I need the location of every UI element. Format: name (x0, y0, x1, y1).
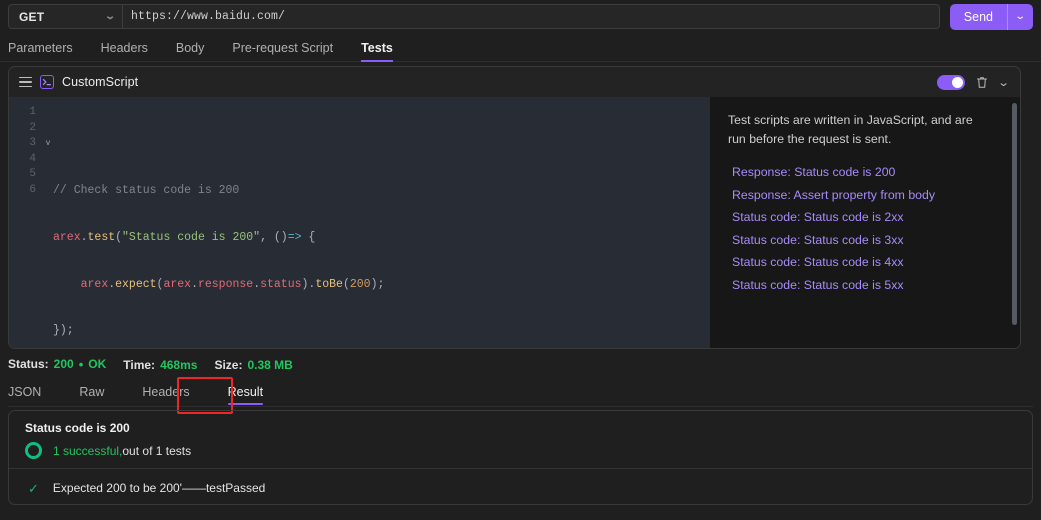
chevron-down-icon: ⌄ (104, 11, 117, 22)
snippet-link[interactable]: Response: Assert property from body (732, 186, 1004, 204)
help-snippet-list: Response: Status code is 200 Response: A… (728, 163, 1004, 294)
send-group: Send ⌄ (949, 3, 1033, 30)
tab-json[interactable]: JSON (8, 385, 41, 406)
tab-body[interactable]: Body (176, 41, 205, 61)
size-label: Size: (214, 357, 243, 372)
code-editor[interactable]: 1 2 3 4 5 6 v // Check status code is 20… (9, 97, 710, 348)
line-number: 1 (29, 106, 36, 118)
request-tabs: Parameters Headers Body Pre-request Scri… (0, 34, 1041, 62)
line-number: 5 (29, 168, 36, 181)
size-value: 0.38 MB (247, 357, 293, 372)
custom-script-header: CustomScript ⌄ (9, 67, 1020, 97)
line-number: 3 (29, 137, 36, 150)
test-summary-text: 1 successful,out of 1 tests (53, 444, 191, 458)
test-result-title: Status code is 200 (25, 421, 130, 435)
tab-parameters[interactable]: Parameters (8, 41, 73, 61)
tab-raw[interactable]: Raw (79, 385, 104, 406)
check-icon: ✓ (28, 480, 39, 496)
assertion-text: Expected 200 to be 200'——testPassed (52, 481, 266, 495)
request-bar: GET ⌄ Send ⌄ (0, 0, 1041, 33)
code-line: arex.expect(arex.response.status).toBe(2… (80, 277, 385, 291)
vertical-scrollbar[interactable] (1012, 103, 1017, 325)
status-label: Status: (8, 357, 49, 371)
code-line: // Check status code is 200 (53, 183, 710, 199)
response-tabs: JSON Raw Headers Result (8, 379, 1033, 407)
http-method-select[interactable]: GET ⌄ (8, 4, 122, 29)
code-line: }); (53, 324, 74, 338)
line-number: 6 (29, 183, 36, 196)
send-button[interactable]: Send (950, 4, 1007, 30)
snippet-link[interactable]: Status code: Status code is 3xx (732, 231, 1004, 249)
http-method-value: GET (19, 9, 45, 24)
url-input[interactable] (122, 4, 940, 29)
tab-headers[interactable]: Headers (101, 41, 148, 61)
editor-fold-column: v (43, 105, 53, 348)
test-result-summary: 1 successful,out of 1 tests (9, 435, 1032, 469)
success-ring-icon (25, 442, 42, 459)
tab-response-headers[interactable]: Headers (142, 385, 189, 406)
hamburger-icon[interactable] (19, 77, 32, 87)
code-line: arex.test("Status code is 200", ()=> { (53, 230, 316, 244)
snippet-link[interactable]: Status code: Status code is 4xx (732, 253, 1004, 271)
test-help-panel: Test scripts are written in JavaScript, … (710, 97, 1020, 348)
script-enable-toggle[interactable] (936, 74, 965, 90)
send-options-button[interactable]: ⌄ (1007, 3, 1033, 30)
custom-script-body: 1 2 3 4 5 6 v // Check status code is 20… (9, 97, 1020, 348)
successful-count: 1 successful, (53, 443, 123, 458)
help-description: Test scripts are written in JavaScript, … (728, 113, 973, 146)
total-tests-text: out of 1 tests (122, 443, 192, 458)
line-number: 2 (29, 121, 36, 134)
snippet-link[interactable]: Status code: Status code is 5xx (732, 276, 1004, 294)
trash-icon[interactable] (973, 73, 991, 91)
size-group: Size: 0.38 MB (214, 358, 292, 372)
response-status-line: Status: 200 • OK Time: 468ms Size: 0.38 … (8, 357, 305, 372)
chevron-down-icon: ⌄ (1014, 11, 1027, 22)
tab-result[interactable]: Result (227, 385, 264, 406)
line-number: 4 (29, 152, 36, 165)
code-comment: // Check status code is 200 (53, 183, 240, 197)
fold-toggle-icon[interactable]: v (43, 136, 53, 152)
time-label: Time: (123, 357, 156, 372)
terminal-icon (40, 75, 54, 89)
status-text: OK (88, 357, 107, 371)
editor-gutter: 1 2 3 4 5 6 (9, 105, 43, 348)
time-value: 468ms (160, 357, 198, 372)
custom-script-card: CustomScript ⌄ 1 2 3 4 5 6 v // Check st… (8, 66, 1021, 349)
test-result-card: Status code is 200 1 successful,out of 1… (8, 410, 1033, 505)
tab-pre-request-script[interactable]: Pre-request Script (232, 41, 333, 61)
collapse-chevron-down-icon[interactable]: ⌄ (997, 76, 1009, 89)
status-code-value: 200 (53, 357, 74, 371)
time-group: Time: 468ms (123, 358, 197, 372)
custom-script-name: CustomScript (62, 75, 139, 89)
editor-code[interactable]: // Check status code is 200 arex.test("S… (53, 105, 710, 348)
status-dot-icon: • (78, 357, 84, 372)
status-group: Status: 200 • OK (8, 357, 106, 372)
test-assertion-row: ✓ Expected 200 to be 200'——testPassed (9, 469, 1032, 495)
tab-tests[interactable]: Tests (361, 41, 393, 62)
snippet-link[interactable]: Status code: Status code is 2xx (732, 208, 1004, 226)
snippet-link[interactable]: Response: Status code is 200 (732, 163, 1004, 181)
